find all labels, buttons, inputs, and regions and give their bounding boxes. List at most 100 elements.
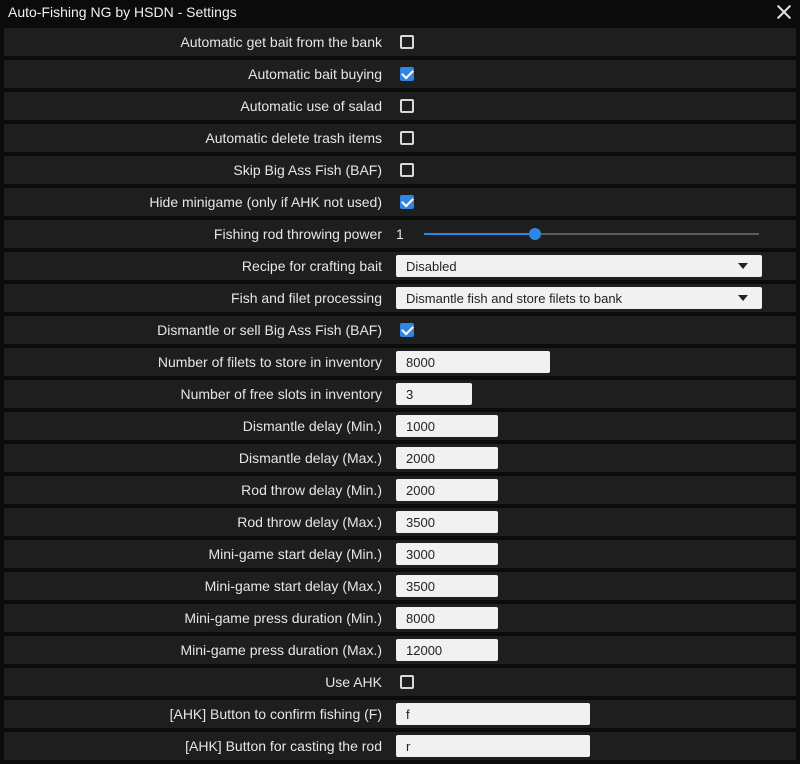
setting-label: Rod throw delay (Max.)	[237, 514, 382, 530]
slider-track[interactable]	[424, 228, 759, 240]
setting-control: 1000	[394, 415, 498, 437]
setting-control	[394, 322, 414, 337]
setting-control: 3	[394, 383, 472, 405]
setting-label: Use AHK	[325, 674, 382, 690]
settings-row: Automatic delete trash items	[4, 124, 796, 152]
setting-control: 3500	[394, 575, 498, 597]
setting-select[interactable]: Dismantle fish and store filets to bank	[396, 287, 762, 309]
setting-input[interactable]: f	[396, 703, 590, 725]
settings-row: Rod throw delay (Min.) 2000	[4, 476, 796, 504]
setting-checkbox[interactable]	[400, 66, 414, 81]
settings-row: Mini-game start delay (Max.) 3500	[4, 572, 796, 600]
settings-list: Automatic get bait from the bank Automati…	[0, 24, 800, 760]
setting-control	[394, 35, 414, 49]
power-slider[interactable]: 1	[394, 226, 759, 242]
setting-input[interactable]: 1000	[396, 415, 498, 437]
setting-control: r	[394, 735, 590, 757]
settings-row: Hide minigame (only if AHK not used)	[4, 188, 796, 216]
settings-row: Automatic bait buying	[4, 60, 796, 88]
setting-control: Disabled	[394, 255, 762, 277]
settings-row: Rod throw delay (Max.) 3500	[4, 508, 796, 536]
settings-row: Skip Big Ass Fish (BAF)	[4, 156, 796, 184]
settings-row: Dismantle delay (Max.) 2000	[4, 444, 796, 472]
setting-label: Hide minigame (only if AHK not used)	[149, 194, 382, 210]
setting-input[interactable]: 3500	[396, 511, 498, 533]
settings-row: Mini-game start delay (Min.) 3000	[4, 540, 796, 568]
settings-row: Automatic get bait from the bank	[4, 28, 796, 56]
setting-checkbox[interactable]	[400, 99, 414, 113]
chevron-down-icon	[738, 295, 748, 301]
setting-label: [AHK] Button for casting the rod	[185, 738, 382, 754]
setting-control: 2000	[394, 447, 498, 469]
setting-checkbox[interactable]	[400, 35, 414, 49]
settings-row: [AHK] Button for casting the rod r	[4, 732, 796, 760]
setting-control: 3500	[394, 511, 498, 533]
select-value: Disabled	[406, 258, 457, 274]
slider-thumb[interactable]	[528, 228, 541, 240]
setting-input[interactable]: 8000	[396, 607, 498, 629]
settings-row: Number of filets to store in inventory 80…	[4, 348, 796, 376]
settings-row: [AHK] Button to confirm fishing (F) f	[4, 700, 796, 728]
setting-control: 8000	[394, 351, 550, 373]
setting-label: Automatic use of salad	[240, 98, 382, 114]
close-icon[interactable]	[776, 4, 792, 20]
setting-label: Automatic get bait from the bank	[180, 34, 382, 50]
setting-label: Mini-game press duration (Max.)	[180, 642, 382, 658]
setting-select[interactable]: Disabled	[396, 255, 762, 277]
setting-control: f	[394, 703, 590, 725]
settings-row: Mini-game press duration (Min.) 8000	[4, 604, 796, 632]
settings-row: Automatic use of salad	[4, 92, 796, 120]
setting-checkbox[interactable]	[400, 194, 414, 209]
settings-row: Dismantle delay (Min.) 1000	[4, 412, 796, 440]
setting-label: Number of free slots in inventory	[180, 386, 382, 402]
setting-input[interactable]: 2000	[396, 447, 498, 469]
slider-fill	[424, 233, 535, 235]
settings-row: Fishing rod throwing power 1	[4, 220, 796, 248]
setting-label: Dismantle delay (Max.)	[238, 450, 382, 466]
setting-checkbox[interactable]	[400, 322, 414, 337]
setting-input[interactable]: 3500	[396, 575, 498, 597]
setting-label: Automatic bait buying	[248, 66, 382, 82]
setting-control: 12000	[394, 639, 498, 661]
setting-input[interactable]: 12000	[396, 639, 498, 661]
setting-control: Dismantle fish and store filets to bank	[394, 287, 762, 309]
setting-label: Dismantle delay (Min.)	[242, 418, 382, 434]
setting-input[interactable]: 3000	[396, 543, 498, 565]
setting-label: Automatic delete trash items	[205, 130, 382, 146]
setting-input[interactable]: r	[396, 735, 590, 757]
setting-label: [AHK] Button to confirm fishing (F)	[169, 706, 382, 722]
setting-checkbox[interactable]	[400, 131, 414, 145]
setting-control: 2000	[394, 479, 498, 501]
setting-checkbox[interactable]	[400, 163, 414, 177]
setting-control: 1	[394, 226, 759, 242]
title-bar: Auto-Fishing NG by HSDN - Settings	[0, 0, 800, 24]
setting-label: Fishing rod throwing power	[213, 226, 382, 242]
setting-checkbox[interactable]	[400, 675, 414, 689]
setting-input[interactable]: 3	[396, 383, 472, 405]
settings-row: Fish and filet processing Dismantle fish …	[4, 284, 796, 312]
setting-label: Mini-game press duration (Min.)	[184, 610, 382, 626]
setting-control	[394, 194, 414, 209]
checkmark-icon	[400, 194, 414, 207]
settings-row: Dismantle or sell Big Ass Fish (BAF)	[4, 316, 796, 344]
setting-label: Mini-game start delay (Min.)	[208, 546, 383, 562]
settings-row: Use AHK	[4, 668, 796, 696]
setting-control	[394, 131, 414, 145]
checkmark-icon	[400, 322, 414, 335]
chevron-down-icon	[738, 263, 748, 269]
window-title: Auto-Fishing NG by HSDN - Settings	[8, 4, 237, 20]
setting-control	[394, 163, 414, 177]
setting-input[interactable]: 8000	[396, 351, 550, 373]
settings-row: Mini-game press duration (Max.) 12000	[4, 636, 796, 664]
setting-control: 3000	[394, 543, 498, 565]
setting-control	[394, 66, 414, 81]
setting-input[interactable]: 2000	[396, 479, 498, 501]
checkmark-icon	[400, 66, 414, 79]
slider-value: 1	[396, 226, 404, 242]
setting-label: Fish and filet processing	[231, 290, 382, 306]
settings-row: Recipe for crafting bait Disabled	[4, 252, 796, 280]
select-value: Dismantle fish and store filets to bank	[406, 290, 623, 306]
setting-label: Number of filets to store in inventory	[157, 354, 382, 370]
setting-control	[394, 675, 414, 689]
setting-label: Rod throw delay (Min.)	[241, 482, 382, 498]
